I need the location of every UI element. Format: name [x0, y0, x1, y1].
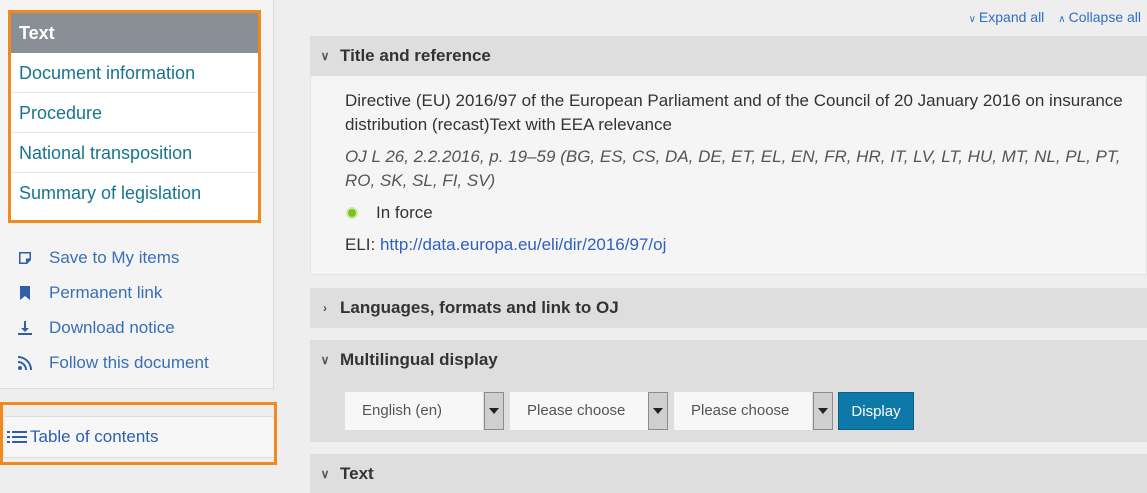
section-multilingual-header[interactable]: ∨ Multilingual display [310, 340, 1147, 380]
multilingual-body: English (en) Please choose Please choose… [310, 380, 1147, 442]
expand-all-label: Expand all [978, 9, 1045, 25]
download-notice-label: Download notice [49, 317, 175, 337]
collapse-all-link[interactable]: ∧ Collapse all [1058, 9, 1141, 25]
display-button[interactable]: Display [838, 392, 914, 430]
table-of-contents-label: Table of contents [30, 427, 159, 446]
title-reference-body: Directive (EU) 2016/97 of the European P… [310, 76, 1147, 275]
language-select-3-dropdown[interactable] [813, 392, 833, 430]
section-title-reference-header[interactable]: ∨ Title and reference [310, 36, 1147, 76]
expand-all-link[interactable]: ∨ Expand all [969, 9, 1045, 25]
nav-item-summary-of-legislation[interactable]: Summary of legislation [11, 173, 258, 213]
section-title: Title and reference [340, 46, 491, 65]
chevron-right-icon: › [323, 301, 327, 315]
document-actions: Save to My items Permanent link Download… [14, 240, 209, 380]
collapse-all-label: Collapse all [1068, 9, 1141, 25]
document-title: Directive (EU) 2016/97 of the European P… [345, 91, 1123, 134]
nav-header-text[interactable]: Text [11, 13, 258, 53]
caret-down-icon [818, 408, 828, 414]
table-of-contents-box: Table of contents [0, 402, 277, 465]
section-title: Multilingual display [340, 350, 498, 369]
download-icon [14, 318, 36, 338]
section-title: Languages, formats and link to OJ [340, 298, 619, 317]
chevron-down-icon: ∨ [320, 353, 330, 367]
oj-reference: OJ L 26, 2.2.2016, p. 19–59 (BG, ES, CS,… [345, 147, 1121, 190]
note-icon [14, 248, 36, 268]
section-languages-header[interactable]: › Languages, formats and link to OJ [310, 288, 1147, 328]
language-select-1-dropdown[interactable] [484, 392, 504, 430]
double-chevron-up-icon: ∧ [1058, 14, 1066, 25]
follow-document-link[interactable]: Follow this document [14, 345, 209, 380]
language-select-3[interactable]: Please choose [674, 392, 812, 430]
follow-document-label: Follow this document [49, 352, 209, 372]
download-notice-link[interactable]: Download notice [14, 310, 209, 345]
caret-down-icon [489, 408, 499, 414]
permanent-link-label: Permanent link [49, 282, 163, 302]
list-icon [7, 431, 27, 443]
nav-item-document-information[interactable]: Document information [11, 53, 258, 93]
table-of-contents-link[interactable]: Table of contents [5, 416, 273, 458]
status-dot-icon [346, 207, 358, 219]
status-indicator: In force [345, 201, 1146, 225]
bookmark-icon [14, 283, 36, 303]
section-text-header[interactable]: ∨ Text [310, 454, 1147, 493]
section-title: Text [340, 464, 374, 483]
eli-row: ELI: http://data.europa.eu/eli/dir/2016/… [345, 233, 1146, 257]
status-text: In force [376, 203, 433, 222]
eli-label: ELI: [345, 235, 380, 254]
language-select-2-dropdown[interactable] [648, 392, 668, 430]
chevron-down-icon: ∨ [320, 467, 330, 481]
language-select-2[interactable]: Please choose [510, 392, 648, 430]
caret-down-icon [653, 408, 663, 414]
double-chevron-down-icon: ∨ [968, 14, 976, 25]
save-to-my-items-link[interactable]: Save to My items [14, 240, 209, 275]
eli-link[interactable]: http://data.europa.eu/eli/dir/2016/97/oj [380, 235, 666, 254]
nav-item-procedure[interactable]: Procedure [11, 93, 258, 133]
save-to-my-items-label: Save to My items [49, 247, 180, 267]
chevron-down-icon: ∨ [320, 49, 330, 63]
nav-item-national-transposition[interactable]: National transposition [11, 133, 258, 173]
language-select-1[interactable]: English (en) [345, 392, 483, 430]
rss-icon [14, 353, 36, 373]
permanent-link[interactable]: Permanent link [14, 275, 209, 310]
document-nav-box: Text Document information Procedure Nati… [8, 10, 261, 223]
left-sidebar: Text Document information Procedure Nati… [0, 0, 274, 389]
expand-collapse-controls: ∨ Expand all ∧ Collapse all [969, 9, 1141, 25]
